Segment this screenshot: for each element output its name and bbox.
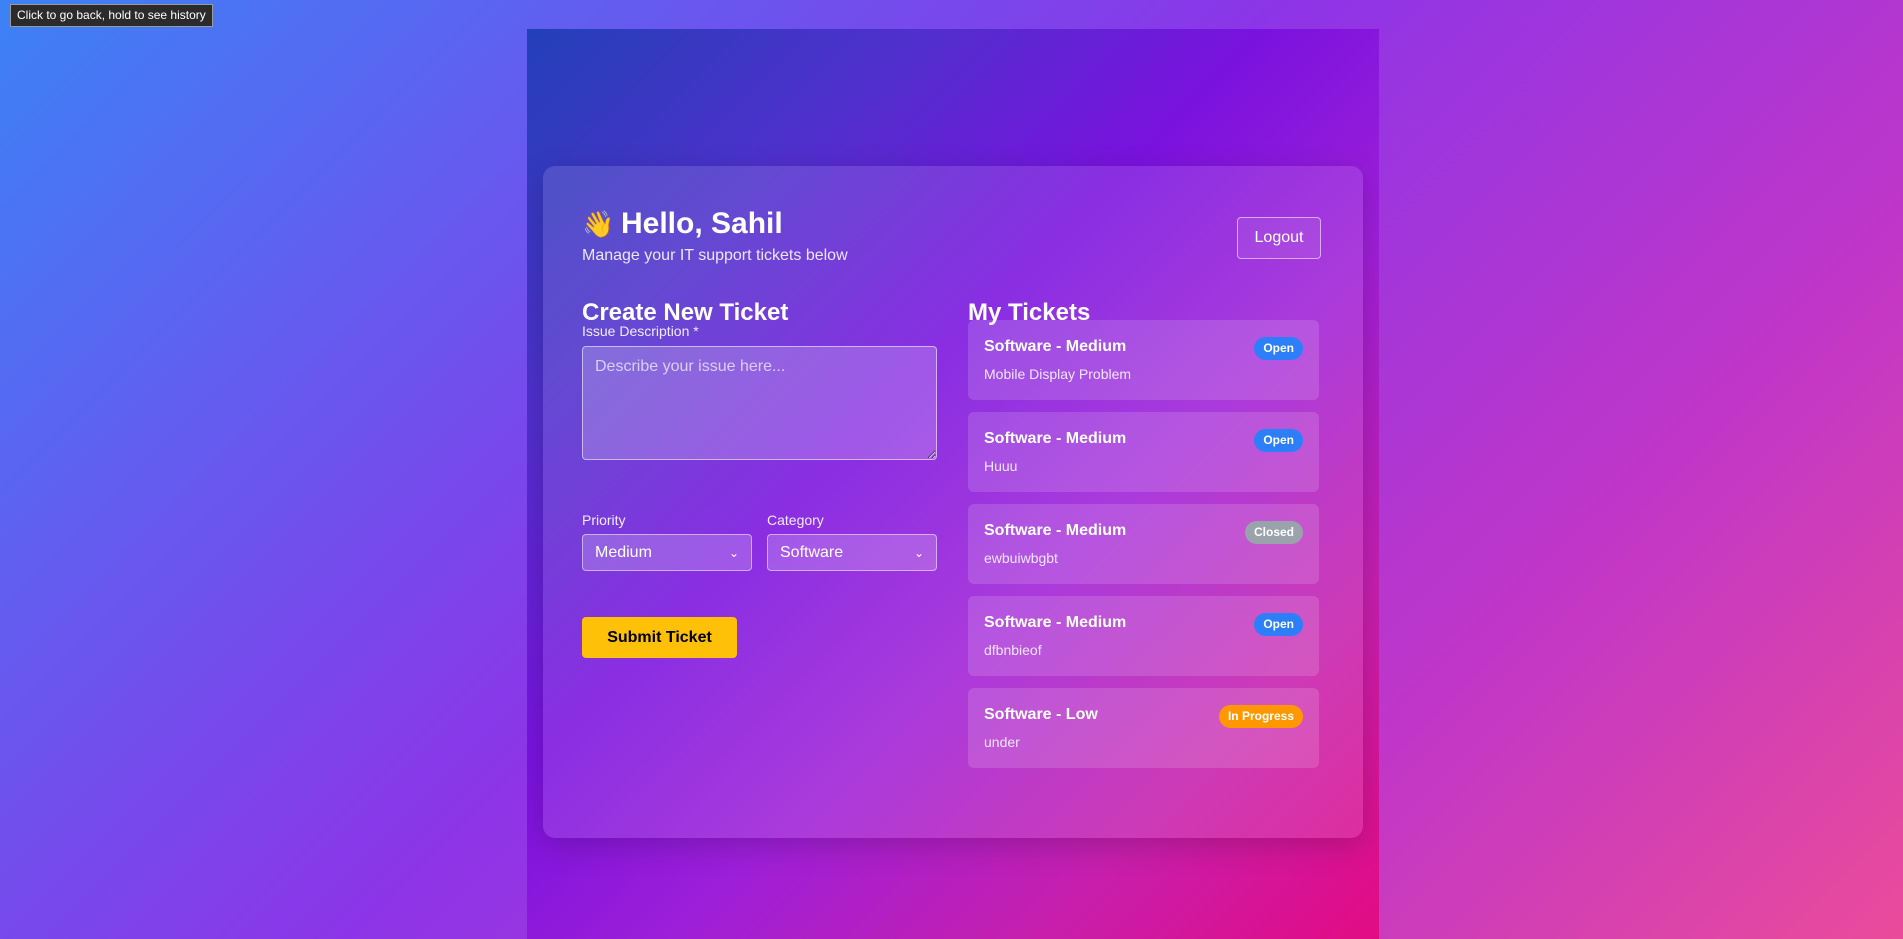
ticket-card[interactable]: Software - Medium dfbnbieof Open: [968, 596, 1319, 676]
chevron-down-icon: ⌄: [728, 545, 739, 560]
greeting-text: Hello, Sahil: [621, 207, 783, 240]
ticket-card[interactable]: Software - Medium Huuu Open: [968, 412, 1319, 492]
dashboard-card: 👋 Hello, Sahil Manage your IT support ti…: [543, 166, 1363, 838]
logout-button[interactable]: Logout: [1237, 217, 1321, 259]
ticket-status-badge: Open: [1254, 613, 1303, 636]
ticket-card[interactable]: Software - Medium ewbuiwbgbt Closed: [968, 504, 1319, 584]
issue-description-label: Issue Description *: [582, 323, 699, 339]
ticket-description: dfbnbieof: [984, 642, 1042, 658]
category-select[interactable]: Software ⌄: [767, 534, 937, 571]
ticket-description: Huuu: [984, 458, 1018, 474]
issue-description-input[interactable]: [582, 346, 937, 460]
ticket-title: Software - Medium: [984, 338, 1127, 355]
ticket-title: Software - Low: [984, 706, 1098, 723]
ticket-card[interactable]: Software - Medium Mobile Display Problem…: [968, 320, 1319, 400]
priority-selected-value: Medium: [595, 543, 652, 561]
category-label: Category: [767, 512, 824, 528]
ticket-description: Mobile Display Problem: [984, 366, 1132, 382]
ticket-list: Software - Medium Mobile Display Problem…: [968, 320, 1319, 780]
ticket-status-badge: Closed: [1244, 521, 1303, 544]
ticket-status-badge: Open: [1254, 429, 1303, 452]
ticket-title: Software - Medium: [984, 430, 1127, 447]
priority-label: Priority: [582, 512, 626, 528]
ticket-title: Software - Medium: [984, 522, 1127, 539]
submit-ticket-button[interactable]: Submit Ticket: [582, 617, 737, 658]
priority-select[interactable]: Medium ⌄: [582, 534, 752, 571]
dashboard-subtitle: Manage your IT support tickets below: [582, 247, 848, 264]
chevron-down-icon: ⌄: [913, 545, 924, 560]
ticket-title: Software - Medium: [984, 614, 1127, 631]
dashboard-page: 👋 Hello, Sahil Manage your IT support ti…: [527, 29, 1379, 939]
back-navigation-tooltip: Click to go back, hold to see history: [10, 4, 213, 27]
waving-hand-icon: 👋: [582, 209, 615, 239]
greeting-heading: 👋 Hello, Sahil: [582, 206, 783, 242]
category-selected-value: Software: [780, 543, 844, 561]
ticket-description: ewbuiwbgbt: [984, 550, 1058, 566]
ticket-card[interactable]: Software - Low under In Progress: [968, 688, 1319, 768]
ticket-status-badge: Open: [1254, 337, 1303, 360]
ticket-status-badge: In Progress: [1218, 705, 1303, 728]
ticket-description: under: [984, 734, 1020, 750]
